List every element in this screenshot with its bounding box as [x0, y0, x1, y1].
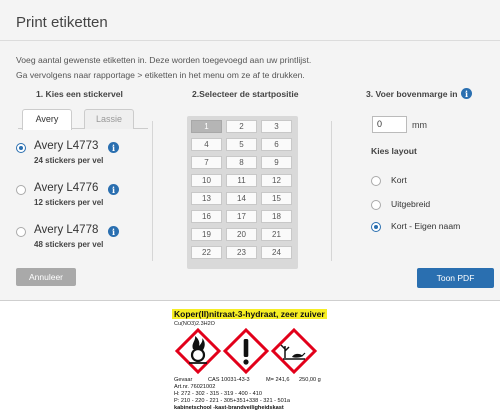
- dialog-title: Print etiketten: [16, 14, 108, 31]
- layout-heading: Kies layout: [371, 146, 417, 156]
- start-position-22[interactable]: 22: [191, 246, 222, 259]
- start-position-grid: 1 2 3 4 5 6 7 8 9 10 11 12 13 14 15 16 17 18 19 20 21 22 23 24: [187, 116, 298, 269]
- start-position-13[interactable]: 13: [191, 192, 222, 205]
- sheet-option-name: Avery L4773: [34, 140, 99, 152]
- intro-text-line-1: Voeg aantal gewenste etiketten in. Deze …: [16, 55, 312, 65]
- start-position-9[interactable]: 9: [261, 156, 292, 169]
- layout-option-label: Kort - Eigen naam: [391, 221, 461, 231]
- info-icon[interactable]: i: [461, 88, 472, 99]
- start-position-6[interactable]: 6: [261, 138, 292, 151]
- exclamation-mark-icon: [222, 327, 270, 375]
- info-icon[interactable]: i: [108, 184, 119, 195]
- start-position-24[interactable]: 24: [261, 246, 292, 259]
- info-icon[interactable]: i: [108, 142, 119, 153]
- top-margin-input[interactable]: 0: [372, 116, 407, 133]
- start-position-2[interactable]: 2: [226, 120, 257, 133]
- step1-heading: 1. Kies een stickervel: [36, 89, 123, 99]
- start-position-20[interactable]: 20: [226, 228, 257, 241]
- p-statements: P: 210 - 220 - 221 - 305+351+338 - 321 -…: [174, 398, 291, 404]
- signal-word: Gevaar: [174, 377, 193, 383]
- layout-option-label: Kort: [391, 175, 407, 185]
- show-pdf-button[interactable]: Toon PDF: [417, 268, 494, 288]
- hazard-pictograms: [174, 327, 318, 375]
- sheet-option-count: 12 stickers per vel: [34, 198, 104, 207]
- start-position-5[interactable]: 5: [226, 138, 257, 151]
- start-position-8[interactable]: 8: [226, 156, 257, 169]
- radio-button[interactable]: [16, 185, 26, 195]
- sheet-option-count: 24 stickers per vel: [34, 156, 104, 165]
- start-position-12[interactable]: 12: [261, 174, 292, 187]
- radio-button-selected[interactable]: [16, 143, 26, 153]
- start-position-23[interactable]: 23: [226, 246, 257, 259]
- quantity: 250,00 g: [299, 377, 321, 383]
- info-icon[interactable]: i: [108, 226, 119, 237]
- start-position-17[interactable]: 17: [226, 210, 257, 223]
- radio-button[interactable]: [371, 200, 381, 210]
- tab-avery[interactable]: Avery: [22, 109, 72, 130]
- column-divider: [331, 121, 332, 261]
- cancel-button[interactable]: Annuleer: [16, 268, 76, 286]
- h-statements: H: 272 - 302 - 315 - 319 - 400 - 410: [174, 391, 263, 397]
- sheet-option-name: Avery L4776: [34, 182, 99, 194]
- start-position-1[interactable]: 1: [191, 120, 222, 133]
- start-position-15[interactable]: 15: [261, 192, 292, 205]
- sheet-option-name: Avery L4778: [34, 224, 99, 236]
- start-position-4[interactable]: 4: [191, 138, 222, 151]
- start-position-18[interactable]: 18: [261, 210, 292, 223]
- sheet-option-count: 48 stickers per vel: [34, 240, 104, 249]
- tab-lassie[interactable]: Lassie: [84, 109, 134, 129]
- start-position-7[interactable]: 7: [191, 156, 222, 169]
- intro-text-line-2: Ga vervolgens naar rapportage > etikette…: [16, 70, 305, 80]
- step2-heading: 2.Selecteer de startpositie: [192, 89, 299, 99]
- start-position-11[interactable]: 11: [226, 174, 257, 187]
- start-position-10[interactable]: 10: [191, 174, 222, 187]
- start-position-19[interactable]: 19: [191, 228, 222, 241]
- radio-button-selected[interactable]: [371, 222, 381, 232]
- article-number: Art.nr. 76021002: [174, 384, 216, 390]
- start-position-3[interactable]: 3: [261, 120, 292, 133]
- sheet-brand-tabs: Avery Lassie: [18, 109, 148, 130]
- column-divider: [152, 121, 153, 261]
- layout-option-label: Uitgebreid: [391, 199, 431, 209]
- radio-button[interactable]: [371, 176, 381, 186]
- start-position-14[interactable]: 14: [226, 192, 257, 205]
- molar-mass: M= 241,6: [266, 377, 290, 383]
- start-position-16[interactable]: 16: [191, 210, 222, 223]
- cas-number: CAS 10031-43-3: [208, 377, 250, 383]
- print-labels-dialog: Print etiketten Voeg aantal gewenste eti…: [0, 0, 500, 301]
- radio-button[interactable]: [16, 227, 26, 237]
- title-divider: [0, 40, 500, 41]
- environment-icon: [270, 327, 318, 375]
- margin-unit-label: mm: [412, 120, 427, 130]
- start-position-21[interactable]: 21: [261, 228, 292, 241]
- oxidizing-flame-icon: [174, 327, 222, 375]
- step3-heading: 3. Voer bovenmarge in: [366, 89, 458, 99]
- storage-location: kabinetschool -kast-brandveiligheidskast: [174, 405, 284, 411]
- label-preview: Koper(II)nitraat-3-hydraat, zeer zuiver …: [0, 302, 500, 419]
- label-substance-name: Koper(II)nitraat-3-hydraat, zeer zuiver: [172, 309, 327, 319]
- label-details: Gevaar CAS 10031-43-3 M= 241,6 250,00 g …: [174, 377, 330, 412]
